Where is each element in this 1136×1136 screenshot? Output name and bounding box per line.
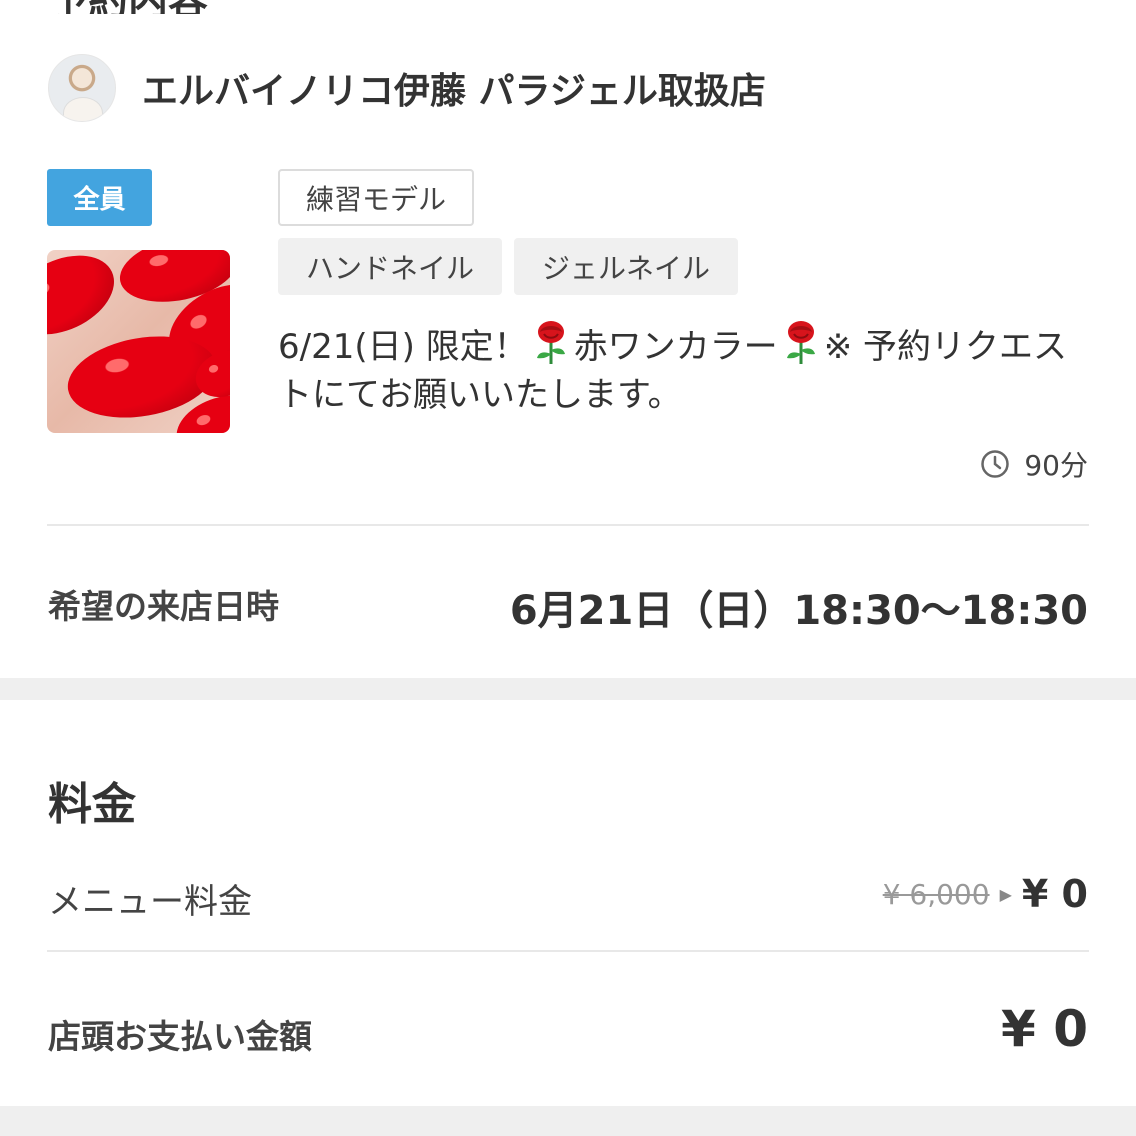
shop-name[interactable]: エルバイノリコ伊藤 パラジェル取扱店 <box>142 62 766 114</box>
total-payment-label: 店頭お支払い金額 <box>48 1017 312 1056</box>
divider <box>47 524 1089 526</box>
duration-text: 90分 <box>1024 449 1088 482</box>
clock-icon <box>981 450 1010 478</box>
total-payment-value: ¥ 0 <box>1001 1000 1088 1058</box>
menu-desc-part1: 6/21(日) 限定！ <box>278 327 528 367</box>
old-price: ¥ 6,000 <box>882 877 990 911</box>
section-separator <box>0 1106 1136 1136</box>
tag-practice-model: 練習モデル <box>278 169 475 226</box>
menu-thumbnail <box>47 250 230 433</box>
visit-datetime-value: 6月21日（日）18:30〜18:30 <box>509 588 1088 634</box>
tag-hand-nail: ハンドネイル <box>278 238 503 295</box>
menu-duration: 90分 <box>980 444 1088 484</box>
shop-header[interactable]: エルバイノリコ伊藤 パラジェル取扱店 <box>48 54 766 122</box>
tag-gel-nail: ジェルネイル <box>514 238 739 295</box>
section-title-cut: 予約内容 <box>0 0 1136 14</box>
section-separator <box>0 678 1136 700</box>
triangle-right-icon: ▶ <box>999 884 1012 904</box>
tag-row-2: ハンドネイル ジェルネイル <box>278 238 739 295</box>
fee-title: 料金 <box>48 779 136 830</box>
tag-row-1: 練習モデル <box>278 169 738 226</box>
rose-icon <box>536 321 565 364</box>
shop-avatar <box>48 54 116 122</box>
visit-datetime-label: 希望の来店日時 <box>48 587 279 626</box>
rose-icon <box>786 321 815 364</box>
divider <box>47 950 1089 952</box>
menu-description: 6/21(日) 限定！ 赤ワンカラー ※ 予約リクエストにてお願いいたします。 <box>278 320 1090 419</box>
new-price: ¥ 0 <box>1021 872 1088 916</box>
section-title: 予約内容 <box>48 0 208 14</box>
menu-fee-label: メニュー料金 <box>48 882 252 922</box>
menu-tags: 練習モデル ハンドネイル ジェルネイル <box>278 169 739 307</box>
target-badge: 全員 <box>47 169 152 226</box>
menu-fee-value: ¥ 6,000 ▶ ¥ 0 <box>883 872 1088 916</box>
menu-desc-part2: 赤ワンカラー <box>573 327 778 367</box>
